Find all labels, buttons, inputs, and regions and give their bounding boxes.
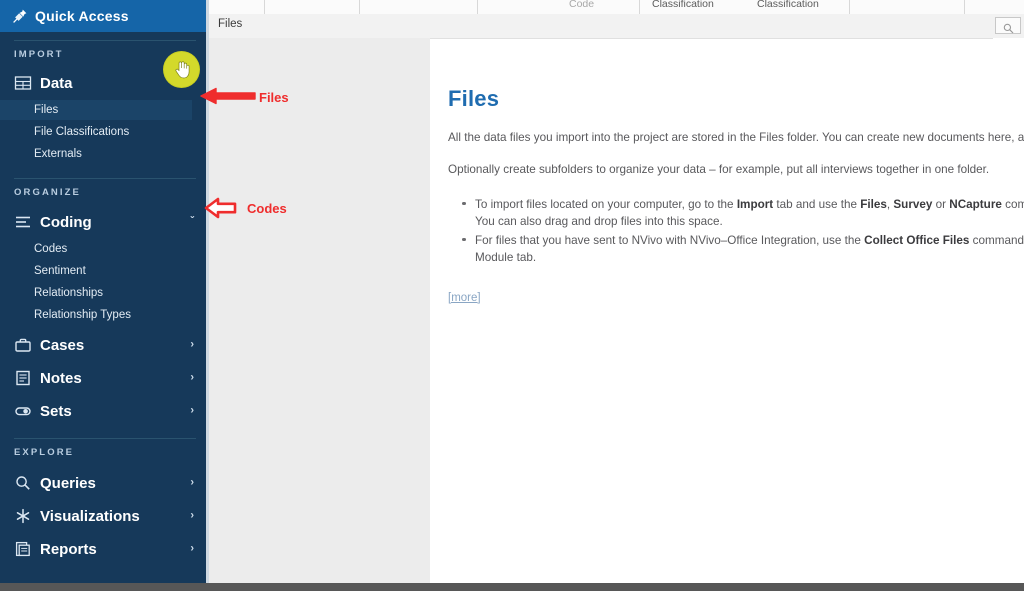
sidebar-item-externals-label: Externals: [34, 148, 82, 160]
divider-explore: [14, 438, 196, 439]
quick-access-label: Quick Access: [35, 8, 129, 24]
chevron-right-icon-visualizations[interactable]: ›: [190, 510, 194, 522]
intro-paragraph-2: Optionally create subfolders to organize…: [448, 162, 990, 176]
magnifier-icon: [14, 474, 32, 492]
chevron-right-icon-sets[interactable]: ›: [190, 405, 194, 417]
sidebar-item-queries[interactable]: Queries ›: [0, 470, 208, 496]
ribbon-label-code[interactable]: Code: [569, 0, 594, 10]
briefcase-icon: [14, 336, 32, 354]
search-input[interactable]: [995, 17, 1021, 34]
sidebar-item-codes[interactable]: Codes: [0, 239, 208, 259]
sidebar-item-file-classifications[interactable]: File Classifications: [0, 122, 208, 142]
sidebar-item-codes-label: Codes: [34, 243, 68, 255]
sidebar-item-relationship-types-label: Relationship Types: [34, 309, 131, 321]
folder-list-panel[interactable]: [209, 38, 430, 583]
asterisk-icon: [14, 507, 32, 525]
sidebar-item-sentiment-label: Sentiment: [34, 265, 86, 277]
sidebar-item-queries-label: Queries: [40, 474, 96, 492]
sidebar-item-sentiment[interactable]: Sentiment: [0, 261, 208, 281]
sidebar-item-reports-label: Reports: [40, 540, 97, 558]
search-icon: [1003, 21, 1014, 34]
sidebar-item-notes[interactable]: Notes ›: [0, 365, 208, 391]
grid-icon: [14, 74, 32, 92]
ribbon-label-classification-2[interactable]: Classification: [757, 0, 819, 10]
application-window: Code Classification Classification Quick…: [0, 0, 1024, 591]
sidebar-item-relationship-types[interactable]: Relationship Types: [0, 305, 208, 325]
instructions-list: To import files located on your computer…: [448, 196, 1024, 266]
list-item: To import files located on your computer…: [462, 196, 1024, 230]
memo-icon: [14, 369, 32, 387]
sidebar-item-file-classifications-label: File Classifications: [34, 126, 130, 138]
lines-icon: [14, 213, 32, 231]
sidebar-item-externals[interactable]: Externals: [0, 144, 208, 164]
more-link[interactable]: [more]: [448, 292, 481, 304]
sidebar-item-files[interactable]: Files: [0, 100, 192, 120]
sidebar-item-coding[interactable]: Coding ˇ: [0, 209, 208, 235]
sidebar-item-files-label: Files: [34, 104, 59, 116]
sidebar-item-notes-label: Notes: [40, 369, 82, 387]
bottom-chrome-bar: [0, 583, 1024, 591]
chevron-down-icon-coding[interactable]: ˇ: [190, 216, 194, 228]
quick-access-header[interactable]: Quick Access: [0, 0, 208, 32]
pin-icon: [12, 8, 28, 24]
cursor-highlight: [164, 52, 199, 87]
chevron-right-icon-notes[interactable]: ›: [190, 372, 194, 384]
annotation-arrow-codes: [204, 196, 238, 220]
sidebar-item-cases-label: Cases: [40, 336, 85, 354]
annotation-label-codes: Codes: [247, 201, 287, 216]
content-card: Files All the data files you import into…: [430, 50, 1024, 583]
divider-organize: [14, 178, 196, 179]
breadcrumb-bar: Files: [209, 14, 1024, 39]
sidebar-item-visualizations[interactable]: Visualizations ›: [0, 503, 208, 529]
sidebar-item-sets-label: Sets: [40, 402, 72, 420]
navigation-sidebar: Quick Access IMPORT Data ˇ Files File Cl…: [0, 0, 208, 583]
divider-import: [14, 40, 196, 41]
chevron-right-icon-queries[interactable]: ›: [190, 477, 194, 489]
page-title: Files: [448, 86, 500, 111]
annotation-arrow-files: [199, 85, 257, 107]
sidebar-item-sets[interactable]: Sets ›: [0, 398, 208, 424]
list-item: For files that you have sent to NVivo wi…: [462, 232, 1024, 266]
chevron-right-icon-reports[interactable]: ›: [190, 543, 194, 555]
sidebar-item-relationships-label: Relationships: [34, 287, 104, 299]
hand-cursor-icon: [174, 59, 190, 79]
sidebar-item-reports[interactable]: Reports ›: [0, 536, 208, 562]
sidebar-item-visualizations-label: Visualizations: [40, 507, 140, 525]
ribbon-label-classification-1[interactable]: Classification: [652, 0, 714, 10]
intro-paragraph-1: All the data files you import into the p…: [448, 131, 1024, 144]
breadcrumb: Files: [218, 18, 243, 30]
section-heading-explore: EXPLORE: [14, 447, 75, 458]
ribbon-strip: Code Classification Classification: [209, 0, 1024, 15]
section-heading-organize: ORGANIZE: [14, 187, 81, 198]
sidebar-item-cases[interactable]: Cases ›: [0, 332, 208, 358]
sidebar-item-relationships[interactable]: Relationships: [0, 283, 208, 303]
toggle-icon: [14, 402, 32, 420]
annotation-label-files: Files: [259, 90, 289, 105]
report-icon: [14, 540, 32, 558]
chevron-right-icon-cases[interactable]: ›: [190, 339, 194, 351]
sidebar-item-data-label: Data: [40, 74, 73, 92]
sidebar-item-coding-label: Coding: [40, 213, 92, 231]
